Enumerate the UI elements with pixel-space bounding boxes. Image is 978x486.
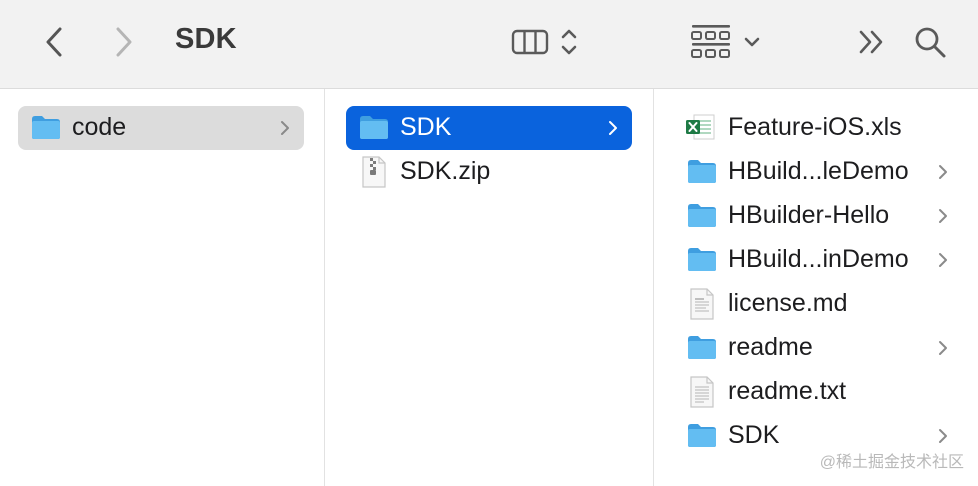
- list-item-label: license.md: [728, 289, 848, 317]
- list-item-license-md[interactable]: license.md: [674, 282, 974, 326]
- list-item-label: readme.txt: [728, 377, 847, 405]
- chevron-right-icon: [608, 120, 618, 136]
- view-mode-button[interactable]: [505, 22, 585, 62]
- document-icon: [688, 287, 716, 321]
- chevron-right-icon: [938, 428, 948, 444]
- chevron-left-icon: [46, 27, 62, 57]
- more-toolbar-button[interactable]: [852, 22, 892, 62]
- chevron-right-icon: [938, 252, 948, 268]
- folder-icon: [686, 421, 718, 449]
- chevron-right-icon: [938, 340, 948, 356]
- column-1: code: [0, 89, 325, 486]
- list-item-label: SDK: [728, 421, 780, 449]
- list-item-hbuild-ledemo[interactable]: HBuild...leDemo: [674, 150, 974, 194]
- double-chevron-icon: [859, 30, 883, 54]
- list-item-label: Feature-iOS.xls: [728, 113, 902, 141]
- list-item-code[interactable]: code: [18, 106, 304, 150]
- list-item-readme[interactable]: readme: [674, 326, 974, 370]
- folder-icon: [358, 113, 390, 141]
- window-title: SDK: [175, 23, 237, 55]
- group-button[interactable]: [686, 20, 766, 64]
- folder-icon: [686, 245, 718, 273]
- search-button[interactable]: [908, 20, 952, 64]
- folder-icon: [686, 201, 718, 229]
- watermark: @稀土掘金技术社区: [819, 454, 964, 471]
- column-2: SDK SDK.zip: [325, 89, 654, 486]
- list-item-label: SDK: [400, 113, 452, 141]
- folder-icon: [686, 333, 718, 361]
- list-item-label: readme: [728, 333, 813, 361]
- folder-icon: [30, 113, 62, 141]
- column-view-icon: [511, 29, 577, 55]
- magnifier-icon: [915, 27, 946, 58]
- chevron-right-icon: [938, 208, 948, 224]
- list-item-sdk[interactable]: SDK: [346, 106, 632, 150]
- list-item-label: HBuild...leDemo: [728, 157, 909, 185]
- back-button[interactable]: [34, 22, 74, 62]
- list-item-label: SDK.zip: [400, 157, 491, 185]
- list-item-readme-txt[interactable]: readme.txt: [674, 370, 974, 414]
- toolbar: SDK: [0, 0, 978, 89]
- chevron-right-icon: [116, 27, 132, 57]
- list-item-label: code: [72, 113, 127, 141]
- forward-button[interactable]: [104, 22, 144, 62]
- list-item-hbuilder-hello[interactable]: HBuilder-Hello: [674, 194, 974, 238]
- list-item-label: HBuilder-Hello: [728, 201, 890, 229]
- list-item-feature-ios-xls[interactable]: Feature-iOS.xls: [674, 106, 974, 150]
- text-file-icon: [688, 375, 716, 409]
- column-3: Feature-iOS.xls HBuild...leDemo HBuilder…: [654, 89, 978, 486]
- folder-icon: [686, 157, 718, 185]
- excel-file-icon: [684, 113, 716, 143]
- chevron-right-icon: [938, 164, 948, 180]
- zip-archive-icon: [360, 155, 388, 189]
- list-item-hbuild-indemo[interactable]: HBuild...inDemo: [674, 238, 974, 282]
- group-grid-icon: [691, 25, 760, 58]
- list-item-label: HBuild...inDemo: [728, 245, 909, 273]
- chevron-right-icon: [280, 120, 290, 136]
- list-item-sdk-zip[interactable]: SDK.zip: [346, 150, 632, 194]
